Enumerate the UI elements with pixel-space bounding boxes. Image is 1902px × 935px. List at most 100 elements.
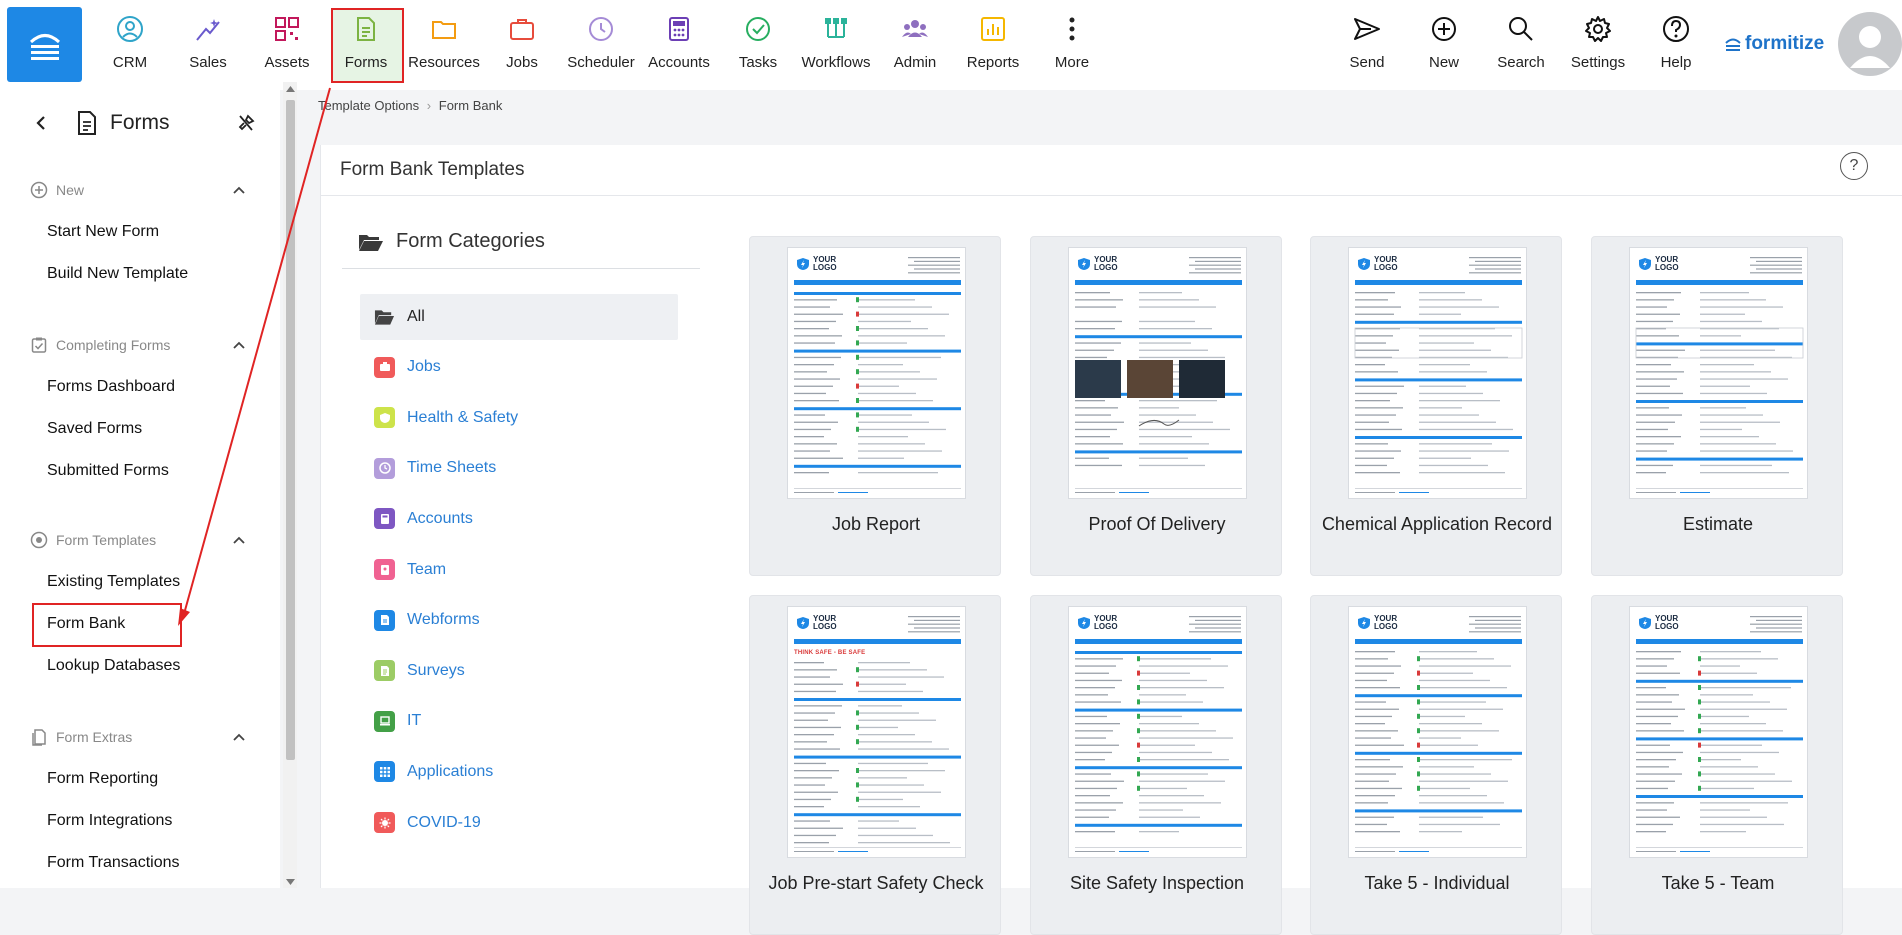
- home-logo-button[interactable]: [7, 7, 82, 82]
- admin-icon: [900, 14, 930, 44]
- template-preview-thumbnail[interactable]: YOUR LOGO: [1629, 247, 1808, 499]
- template-preview-thumbnail[interactable]: YOUR LOGO: [1348, 606, 1527, 858]
- template-card-chemical-application-record[interactable]: YOUR LOGO Chemical Application Record: [1310, 236, 1562, 576]
- nav-help[interactable]: Help: [1639, 14, 1713, 76]
- more-icon: [1057, 14, 1087, 44]
- template-card-estimate[interactable]: YOUR LOGO Estimate: [1591, 236, 1843, 576]
- document-icon: [78, 111, 96, 135]
- nav-reports[interactable]: Reports: [956, 14, 1030, 76]
- template-preview-thumbnail[interactable]: YOUR LOGO THINK SAFE - BE SAFE: [787, 606, 966, 858]
- collapse-chevron-icon[interactable]: [232, 533, 246, 547]
- sidebar-item-start-new-form[interactable]: Start New Form: [47, 223, 159, 241]
- help-icon[interactable]: ?: [1840, 152, 1868, 180]
- template-card-site-safety-inspection[interactable]: YOUR LOGO Site Safety Inspection: [1030, 595, 1282, 935]
- nav-forms[interactable]: Forms: [329, 14, 403, 76]
- category-label: Time Sheets: [407, 459, 497, 477]
- template-preview-thumbnail[interactable]: YOUR LOGO: [1348, 247, 1527, 499]
- search-icon: [1506, 14, 1536, 44]
- breadcrumb-separator: ›: [426, 98, 432, 113]
- nav-settings[interactable]: Settings: [1561, 14, 1635, 76]
- sidebar-section-new[interactable]: New: [30, 181, 84, 199]
- category-time-sheets[interactable]: Time Sheets: [374, 457, 497, 479]
- category-applications[interactable]: Applications: [374, 761, 493, 783]
- nav-crm[interactable]: CRM: [93, 14, 167, 76]
- nav-label: More: [1054, 54, 1090, 71]
- category-label: IT: [407, 712, 422, 730]
- collapse-chevron-icon[interactable]: [232, 183, 246, 197]
- template-name: Take 5 - Individual: [1364, 873, 1510, 893]
- sidebar-item-build-new-template[interactable]: Build New Template: [47, 265, 188, 283]
- scroll-down-icon[interactable]: [286, 879, 295, 885]
- scroll-up-icon[interactable]: [286, 86, 295, 92]
- sidebar-item-saved-forms[interactable]: Saved Forms: [47, 420, 142, 438]
- template-preview-thumbnail[interactable]: YOUR LOGO: [787, 247, 966, 499]
- nav-new[interactable]: New: [1407, 14, 1481, 76]
- sidebar-item-submitted-forms[interactable]: Submitted Forms: [47, 462, 169, 480]
- forms-icon: [351, 14, 381, 44]
- breadcrumb-parent[interactable]: Template Options: [318, 98, 419, 113]
- template-preview-thumbnail[interactable]: YOUR LOGO: [1629, 606, 1808, 858]
- sidebar-item-forms-dashboard[interactable]: Forms Dashboard: [47, 378, 175, 396]
- nav-resources[interactable]: Resources: [407, 14, 481, 76]
- nav-label: New: [1428, 54, 1459, 71]
- user-avatar[interactable]: [1838, 12, 1902, 76]
- nav-more[interactable]: More: [1035, 14, 1109, 76]
- sidebar-item-existing-templates[interactable]: Existing Templates: [47, 573, 180, 591]
- nav-tasks[interactable]: Tasks: [721, 14, 795, 76]
- category-jobs[interactable]: Jobs: [374, 356, 441, 378]
- category-it[interactable]: IT: [374, 710, 422, 732]
- sidebar-item-form-integrations[interactable]: Form Integrations: [47, 812, 172, 830]
- send-icon: [1352, 14, 1382, 44]
- category-label: Accounts: [407, 509, 473, 527]
- reports-icon: [978, 14, 1008, 44]
- nav-workflows[interactable]: Workflows: [799, 14, 873, 76]
- template-card-job-pre-start-safety-check[interactable]: YOUR LOGO THINK SAFE - BE SAFE Job Pre-st…: [749, 595, 1001, 935]
- sidebar-scrollbar-thumb[interactable]: [286, 100, 295, 760]
- category-webforms[interactable]: Webforms: [374, 609, 480, 631]
- category-health-safety[interactable]: Health & Safety: [374, 407, 518, 429]
- sidebar-item-form-reporting[interactable]: Form Reporting: [47, 770, 158, 788]
- nav-sales[interactable]: Sales: [171, 14, 245, 76]
- collapse-chevron-icon[interactable]: [232, 338, 246, 352]
- sidebar-item-form-transactions[interactable]: Form Transactions: [47, 854, 179, 872]
- top-navigation-bar: CRM Sales Assets Forms Resources Jobs Sc…: [0, 0, 1902, 90]
- category-surveys[interactable]: Surveys: [374, 660, 465, 682]
- collapse-chevron-icon[interactable]: [232, 730, 246, 744]
- nav-label: Reports: [966, 54, 1020, 71]
- nav-search[interactable]: Search: [1484, 14, 1558, 76]
- template-preview-thumbnail[interactable]: YOUR LOGO: [1068, 247, 1247, 499]
- sidebar-section-form-templates[interactable]: Form Templates: [30, 531, 156, 549]
- unpin-icon[interactable]: [236, 113, 256, 133]
- category-label: Jobs: [407, 358, 441, 376]
- category-all[interactable]: All: [374, 306, 425, 327]
- nav-label: Search: [1497, 54, 1545, 71]
- sidebar-item-lookup-databases[interactable]: Lookup Databases: [47, 657, 180, 675]
- nav-jobs[interactable]: Jobs: [485, 14, 559, 76]
- nav-accounts[interactable]: Accounts: [642, 14, 716, 76]
- template-card-proof-of-delivery[interactable]: YOUR LOGO Proof Of Delivery: [1030, 236, 1282, 576]
- nav-label: Scheduler: [567, 54, 635, 71]
- template-name: Job Pre-start Safety Check: [768, 873, 984, 893]
- template-preview-thumbnail[interactable]: YOUR LOGO: [1068, 606, 1247, 858]
- survey-icon: [374, 660, 395, 682]
- nav-scheduler[interactable]: Scheduler: [564, 14, 638, 76]
- plus-icon: [1429, 14, 1459, 44]
- template-card-take-5-team[interactable]: YOUR LOGO Take 5 - Team: [1591, 595, 1843, 935]
- category-accounts[interactable]: Accounts: [374, 508, 473, 530]
- back-chevron-icon[interactable]: [34, 115, 48, 131]
- nav-send[interactable]: Send: [1330, 14, 1404, 76]
- category-team[interactable]: Team: [374, 559, 446, 580]
- sidebar-section-form-extras[interactable]: Form Extras: [30, 728, 132, 746]
- template-card-take-5-individual[interactable]: YOUR LOGO Take 5 - Individual: [1310, 595, 1562, 935]
- files-icon: [32, 729, 46, 746]
- sidebar-section-completing-forms[interactable]: Completing Forms: [30, 336, 170, 354]
- template-card-job-report[interactable]: YOUR LOGO Job Report: [749, 236, 1001, 576]
- section-title: New: [56, 182, 85, 198]
- assets-icon: [272, 14, 302, 44]
- template-name: Estimate: [1682, 514, 1754, 534]
- nav-assets[interactable]: Assets: [250, 14, 324, 76]
- section-title: Form Templates: [56, 532, 157, 548]
- category-covid-19[interactable]: COVID-19: [374, 812, 481, 833]
- nav-admin[interactable]: Admin: [878, 14, 952, 76]
- nav-label: Help: [1660, 54, 1692, 71]
